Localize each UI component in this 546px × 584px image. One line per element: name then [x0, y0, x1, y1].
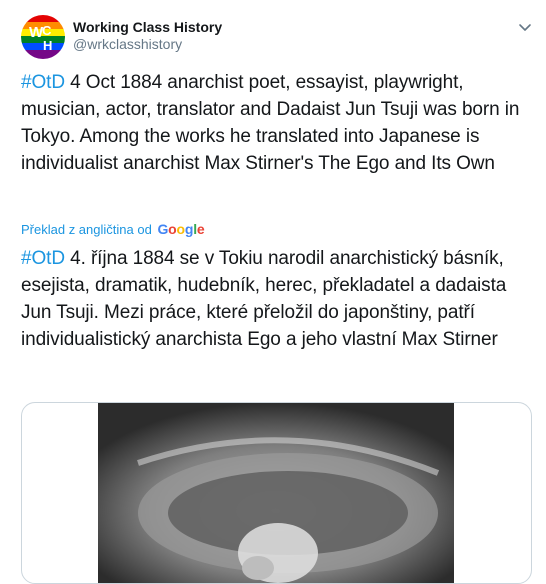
author-block[interactable]: Working Class History @wrkclasshistory [73, 19, 222, 53]
hashtag-link[interactable]: #OtD [21, 72, 65, 93]
media-card[interactable] [21, 402, 532, 584]
display-name[interactable]: Working Class History [73, 19, 222, 36]
tweet-body-translated: 4. října 1884 se v Tokiu narodil anarchi… [21, 248, 507, 350]
svg-text:H: H [43, 38, 52, 53]
tweet-text-translated: #OtD 4. října 1884 se v Tokiu narodil an… [21, 245, 536, 353]
tweet-text-original: #OtD 4 Oct 1884 anarchist poet, essayist… [21, 69, 536, 177]
historical-photo[interactable] [98, 403, 454, 583]
avatar[interactable]: W C H [21, 15, 65, 59]
handle[interactable]: @wrkclasshistory [73, 36, 222, 53]
svg-text:C: C [42, 23, 52, 38]
translation-label: Překlad z angličtina od [21, 222, 152, 237]
google-logo: Google [157, 221, 205, 237]
translation-attribution[interactable]: Překlad z angličtina od Google [21, 221, 205, 238]
chevron-down-icon[interactable] [518, 20, 532, 34]
tweet-body-original: 4 Oct 1884 anarchist poet, essayist, pla… [21, 72, 520, 174]
hashtag-link[interactable]: #OtD [21, 248, 65, 269]
tweet-card: W C H Working Class History @wrkclasshis… [0, 0, 546, 584]
